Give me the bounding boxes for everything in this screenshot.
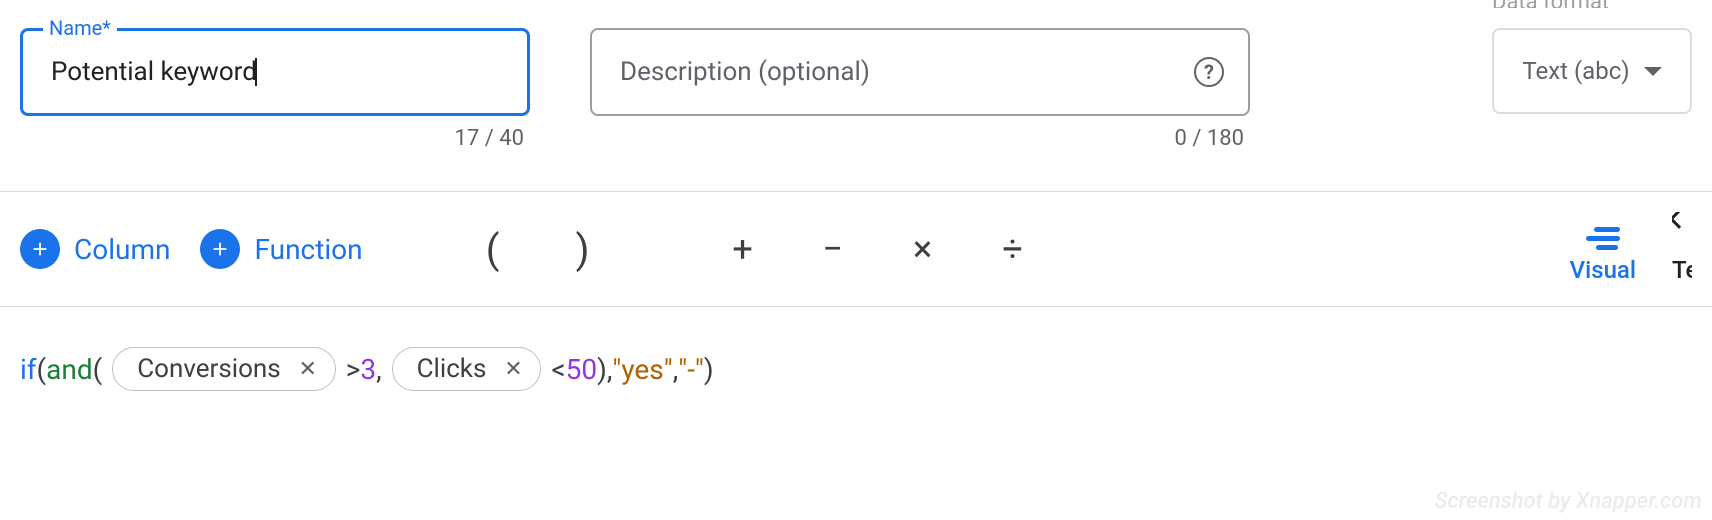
plus-icon xyxy=(20,229,60,269)
cmp-lt: < xyxy=(551,353,565,386)
add-function-button[interactable]: Function xyxy=(200,229,362,269)
visual-mode-icon xyxy=(1586,227,1620,250)
column-chip-conversions[interactable]: Conversions ✕ xyxy=(112,347,335,391)
multiply-op-button[interactable]: × xyxy=(893,228,953,270)
data-format-label: Data format xyxy=(1492,0,1609,8)
watermark: Screenshot by Xnapper.com xyxy=(1435,489,1702,514)
plus-icon xyxy=(200,229,240,269)
data-format-value: Text (abc) xyxy=(1522,57,1629,85)
name-field-wrap: Name* Potential keyword 17 / 40 xyxy=(20,0,530,151)
str-dash: "-" xyxy=(678,353,704,386)
column-chip-clicks[interactable]: Clicks ✕ xyxy=(392,347,542,391)
description-placeholder: Description (optional) xyxy=(620,57,870,87)
help-icon[interactable]: ? xyxy=(1194,57,1224,87)
fn-if: if xyxy=(20,353,37,386)
name-input[interactable]: Name* Potential keyword xyxy=(20,28,530,116)
str-yes: "yes" xyxy=(612,353,672,386)
name-value: Potential keyword xyxy=(51,57,257,87)
function-label: Function xyxy=(254,233,362,266)
rparen-button[interactable]: ) xyxy=(553,226,613,273)
description-field-wrap: Description (optional) ? 0 / 180 xyxy=(590,0,1250,151)
column-label: Column xyxy=(74,233,170,266)
chip-label: Conversions xyxy=(137,354,280,384)
chip-label: Clicks xyxy=(417,354,487,384)
description-counter: 0 / 180 xyxy=(590,116,1250,151)
name-counter: 17 / 40 xyxy=(20,116,530,151)
formula-editor[interactable]: if ( and ( Conversions ✕ > 3 , Clicks ✕ … xyxy=(0,307,1712,431)
chevron-left-icon xyxy=(1672,212,1689,229)
visual-label: Visual xyxy=(1570,256,1636,284)
rparen: ) xyxy=(597,353,607,386)
top-row: Name* Potential keyword 17 / 40 Descript… xyxy=(0,0,1712,151)
comma: , xyxy=(376,353,382,386)
rparen: ) xyxy=(704,353,714,386)
text-caret xyxy=(255,58,257,86)
lparen: ( xyxy=(37,353,47,386)
mode-tabs: Visual Text xyxy=(1570,212,1692,286)
text-label: Text xyxy=(1672,256,1692,284)
cmp-gt: > xyxy=(346,353,361,386)
close-icon[interactable]: ✕ xyxy=(297,358,319,380)
num-50: 50 xyxy=(566,353,597,386)
lparen-button[interactable]: ( xyxy=(463,226,523,273)
close-icon[interactable]: ✕ xyxy=(502,358,524,380)
minus-op-button[interactable]: − xyxy=(803,228,863,270)
plus-op-button[interactable]: + xyxy=(713,228,773,270)
formula-toolbar: Column Function ( ) + − × ÷ Visual Text xyxy=(0,191,1712,307)
description-input[interactable]: Description (optional) ? xyxy=(590,28,1250,116)
data-format-select[interactable]: Text (abc) xyxy=(1492,28,1692,114)
tab-text[interactable]: Text xyxy=(1672,212,1692,286)
add-column-button[interactable]: Column xyxy=(20,229,170,269)
fn-and: and xyxy=(46,353,92,386)
divide-op-button[interactable]: ÷ xyxy=(983,228,1043,270)
tab-visual[interactable]: Visual xyxy=(1570,227,1636,286)
chevron-down-icon xyxy=(1644,67,1662,76)
data-format-wrap: Data format Text (abc) xyxy=(1492,0,1692,114)
name-label: Name* xyxy=(43,16,117,40)
lparen: ( xyxy=(93,353,103,386)
num-3: 3 xyxy=(360,353,376,386)
